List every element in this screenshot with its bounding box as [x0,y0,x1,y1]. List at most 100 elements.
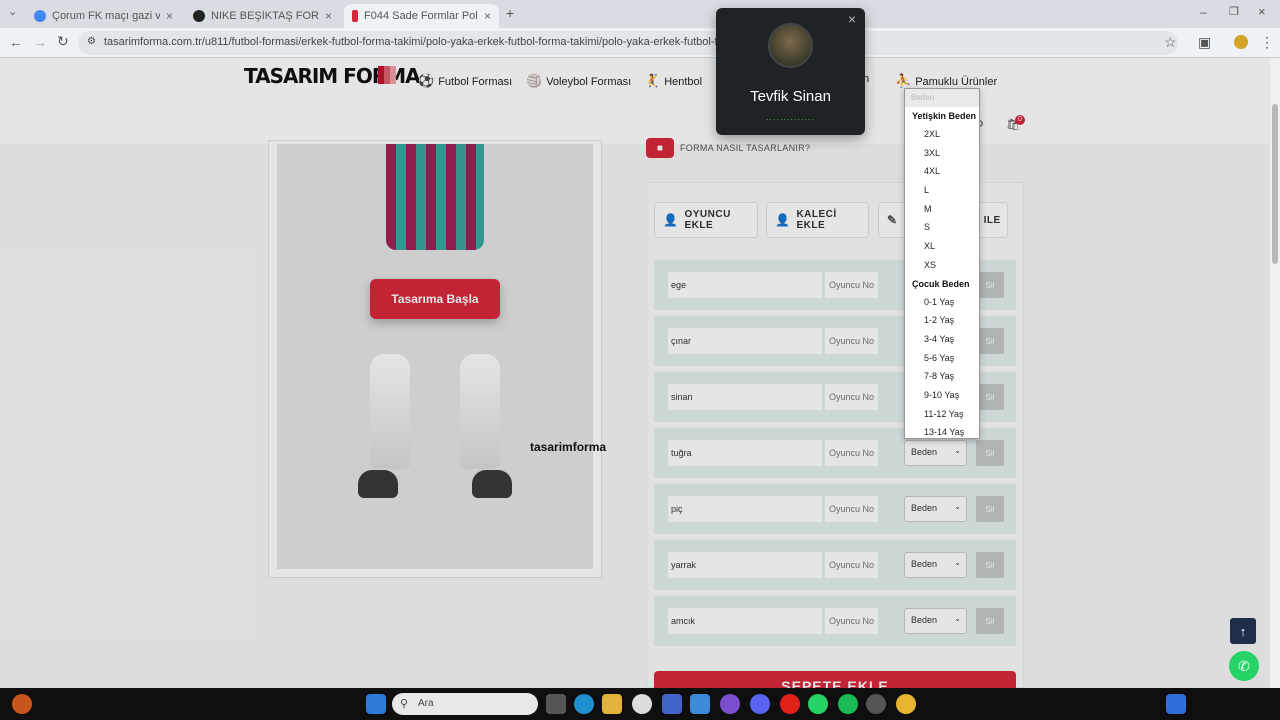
tab-strip: ⌄ Çorum FK maçı gazi ve engelli × NIKE B… [0,0,1280,28]
delete-button[interactable]: Sil [976,552,1004,578]
opera-icon[interactable] [780,694,800,714]
close-icon[interactable]: × [484,9,491,23]
search-icon: ⚲ [400,698,409,710]
arrow-left-icon[interactable]: ← [9,34,23,50]
discord-icon[interactable] [750,694,770,714]
delete-button[interactable]: Sil [976,440,1004,466]
size-option[interactable]: 3XL [905,144,979,163]
player-number-input[interactable] [825,384,878,410]
player-number-input[interactable] [825,272,878,298]
delete-button[interactable]: Sil [976,272,1004,298]
tab-list-icon[interactable]: ⌄ [8,5,17,18]
delete-button[interactable]: Sil [976,384,1004,410]
size-option[interactable]: 0-1 Yaş [905,293,979,312]
player-name-input[interactable] [668,328,822,354]
player-number-input[interactable] [825,496,878,522]
mail-icon[interactable] [690,694,710,714]
restore-icon[interactable]: ❐ [1229,5,1239,18]
size-select[interactable]: Beden ⌄ [904,496,967,522]
size-option[interactable]: M [905,200,979,219]
size-option[interactable]: 5-6 Yaş [905,349,979,368]
player-icon: ⚽ [418,73,435,88]
player-number-input[interactable] [825,608,878,634]
shoe-left [358,470,398,498]
store-icon[interactable] [662,694,682,714]
player-number-input[interactable] [825,440,878,466]
scroll-top-button[interactable]: ↑ [1230,618,1256,644]
button-label: KALECİ EKLE [796,209,837,231]
tab-corum[interactable]: Çorum FK maçı gazi ve engelli × [26,4,181,28]
delete-button[interactable]: Sil [976,496,1004,522]
window-close-icon[interactable]: × [1258,4,1266,19]
start-icon[interactable] [366,694,386,714]
player-name-input[interactable] [668,496,822,522]
size-option[interactable]: S [905,218,979,237]
extensions-icon[interactable]: ▣ [1198,34,1211,51]
address-bar: ← → ↻ ⚙ tasarimforma.com.tr/u811/futbol-… [0,28,1280,58]
size-option[interactable]: L [905,181,979,200]
task-view-icon[interactable] [546,694,566,714]
size-select[interactable]: Beden ⌄ [904,440,967,466]
microphone-icon[interactable] [1166,694,1186,714]
steam-icon[interactable] [866,694,886,714]
size-option[interactable]: XL [905,237,979,256]
player-icon: 🏐 [526,73,543,88]
star-icon[interactable]: ☆ [1164,34,1177,51]
player-name-input[interactable] [668,552,822,578]
size-select[interactable]: Beden ⌄ [904,608,967,634]
page-scrollbar[interactable] [1270,58,1280,688]
folder-icon[interactable] [602,694,622,714]
scrollbar-thumb[interactable] [1272,104,1278,264]
size-option[interactable]: 1-2 Yaş [905,311,979,330]
edge-icon[interactable] [574,694,594,714]
player-name-input[interactable] [668,608,822,634]
howto-link[interactable]: ■ FORMA NASIL TASARLANIR? [646,138,810,158]
close-icon[interactable]: × [166,9,173,23]
size-option[interactable]: 9-10 Yaş [905,386,979,405]
yandex-icon[interactable] [632,694,652,714]
size-dropdown[interactable]: Beden Yetişkin Beden 2XL 3XL 4XL L M S XL XS Çocu… [904,88,980,439]
whatsapp-button[interactable]: ✆ [1229,651,1259,681]
close-icon[interactable]: × [848,11,856,27]
reload-icon[interactable]: ↻ [57,33,69,50]
size-option[interactable]: 11-12 Yaş [905,405,979,424]
app-icon[interactable] [720,694,740,714]
tab-active[interactable]: F044 Sade Formlar Polo Yaka E × [344,4,499,28]
taskbar-search[interactable]: ⚲ Ara [392,693,538,715]
player-name-input[interactable] [668,440,822,466]
nav-hentbol[interactable]: 🤾 Hentbol [644,73,702,89]
menu-icon[interactable]: ⋮ [1260,34,1274,51]
add-goalkeeper-button[interactable]: 👤 KALECİ EKLE [766,202,869,238]
add-player-button[interactable]: 👤 OYUNCU EKLE [654,202,758,238]
spotify-icon[interactable] [838,694,858,714]
new-tab-button[interactable]: + [506,5,514,21]
whatsapp-app-icon[interactable] [808,694,828,714]
nav-pamuklu[interactable]: ⛹ Pamuklu Ürünler [895,73,997,89]
arrow-right-icon[interactable]: → [33,34,47,50]
size-option[interactable]: 7-8 Yaş [905,367,979,386]
weather-icon[interactable] [12,694,32,714]
chrome-icon[interactable] [896,694,916,714]
nav-futbol[interactable]: ⚽ Futbol Forması [418,73,512,89]
size-option[interactable]: 13-14 Yaş [905,423,979,442]
player-name-input[interactable] [668,272,822,298]
profile-avatar[interactable] [1234,35,1248,49]
size-group-label: Yetişkin Beden [912,111,977,121]
size-option[interactable]: 3-4 Yaş [905,330,979,349]
size-select[interactable]: Beden ⌄ [904,552,967,578]
nav-voleybol[interactable]: 🏐 Voleybol Forması [526,73,631,89]
site-info-icon[interactable]: ⚙ [87,36,96,47]
player-name-input[interactable] [668,384,822,410]
player-number-input[interactable] [825,552,878,578]
url-field[interactable]: ⚙ tasarimforma.com.tr/u811/futbol-formas… [78,31,1178,55]
player-number-input[interactable] [825,328,878,354]
minimize-icon[interactable]: – [1200,5,1207,19]
close-icon[interactable]: × [325,9,332,23]
delete-button[interactable]: Sil [976,328,1004,354]
start-design-button[interactable]: Tasarıma Başla [370,279,500,319]
size-option[interactable]: 2XL [905,125,979,144]
size-option[interactable]: XS [905,256,979,275]
size-option[interactable]: 4XL [905,162,979,181]
delete-button[interactable]: Sil [976,608,1004,634]
tab-besiktas[interactable]: NIKE BEŞİKTAŞ FORMA 26-27 × [185,4,340,28]
